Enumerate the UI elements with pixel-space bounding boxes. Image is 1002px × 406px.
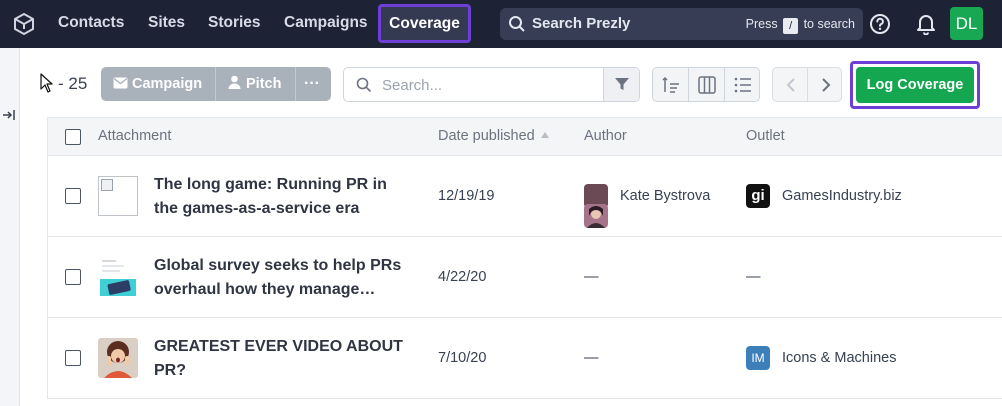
nav-coverage[interactable]: Coverage [378,4,471,43]
selection-count: - 25 [58,74,88,93]
survey-thumbnail-image [98,257,138,297]
filter-funnel-icon [615,78,629,90]
notifications-bell-icon[interactable] [916,13,936,35]
date-published: 7/10/20 [438,350,487,366]
left-rail [0,48,20,406]
more-actions-button[interactable]: ··· [304,67,320,101]
row-checkbox[interactable] [65,269,81,285]
filter-button[interactable] [603,68,639,101]
coverage-search [343,67,640,102]
table-header: Attachment Date published Author Outlet [47,117,1002,156]
envelope-icon [113,77,128,89]
nav-contacts[interactable]: Contacts [58,0,124,48]
outlet-name: Icons & Machines [782,350,897,366]
table-row[interactable]: The long game: Running PR in the games-a… [47,156,1002,237]
author-photo-icon [584,204,608,228]
user-avatar[interactable]: DL [950,7,983,40]
pitch-button[interactable]: Pitch [228,67,281,101]
expand-sidebar-icon[interactable] [2,108,16,122]
coverage-title[interactable]: The long game: Running PR in the games-a… [154,173,404,221]
broken-image-icon [101,179,113,191]
outlet-name: GamesIndustry.biz [782,188,902,204]
sort-button[interactable] [653,68,689,101]
select-all-checkbox[interactable] [65,129,81,145]
global-search[interactable]: Search Prezly Press / to search [500,8,863,40]
sort-icon [662,76,679,93]
outlet-logo: gi [746,184,770,208]
sort-asc-icon [540,132,549,138]
view-options-group [652,67,760,102]
search-shortcut-hint: Press / to search [745,17,855,34]
coverage-search-input[interactable] [382,75,597,95]
row-checkbox[interactable] [65,188,81,204]
author-cell: — [584,269,599,285]
coverage-title[interactable]: GREATEST EVER VIDEO ABOUT PR? [154,335,404,383]
outlet-cell: — [746,269,761,285]
search-icon [356,77,372,93]
date-published: 12/19/19 [438,188,495,204]
nav-stories[interactable]: Stories [208,0,261,48]
date-published: 4/22/20 [438,269,487,285]
mouse-cursor-icon [40,73,53,93]
attachment-thumbnail[interactable] [98,257,138,297]
attachment-thumbnail[interactable] [98,176,138,216]
column-attachment[interactable]: Attachment [98,118,171,155]
column-outlet[interactable]: Outlet [746,118,785,155]
chevron-left-icon[interactable] [784,77,798,93]
nav-campaigns[interactable]: Campaigns [284,0,368,48]
list-view-button[interactable] [725,68,761,101]
slash-key: / [783,18,799,34]
person-icon [228,75,241,89]
table-row[interactable]: GREATEST EVER VIDEO ABOUT PR? 7/10/20 — … [47,318,1002,399]
list-icon [734,77,751,93]
bulk-actions-group: Campaign Pitch ··· [101,67,331,101]
campaign-button[interactable]: Campaign [113,67,202,101]
author-avatar [584,184,608,228]
row-checkbox[interactable] [65,350,81,366]
chevron-right-icon[interactable] [819,77,833,93]
attachment-thumbnail[interactable] [98,338,138,378]
log-coverage-highlight: Log Coverage [850,61,980,109]
nav-sites[interactable]: Sites [148,0,185,48]
pagination [772,67,842,102]
table-row[interactable]: Global survey seeks to help PRs overhaul… [47,237,1002,318]
prezly-logo-icon[interactable] [12,12,36,36]
log-coverage-button[interactable]: Log Coverage [856,67,974,103]
column-date-published[interactable]: Date published [438,118,549,155]
help-icon[interactable] [869,13,891,35]
search-icon [509,16,525,32]
coverage-title[interactable]: Global survey seeks to help PRs overhaul… [154,254,404,302]
top-nav: Contacts Sites Stories Campaigns Coverag… [0,0,1002,48]
video-thumbnail-image [98,338,138,378]
columns-button[interactable] [689,68,725,101]
author-name: Kate Bystrova [620,188,711,204]
author-cell: — [584,350,599,366]
column-author[interactable]: Author [584,118,627,155]
global-search-label: Search Prezly [532,15,631,32]
outlet-logo: IM [746,346,770,370]
columns-icon [698,76,716,94]
